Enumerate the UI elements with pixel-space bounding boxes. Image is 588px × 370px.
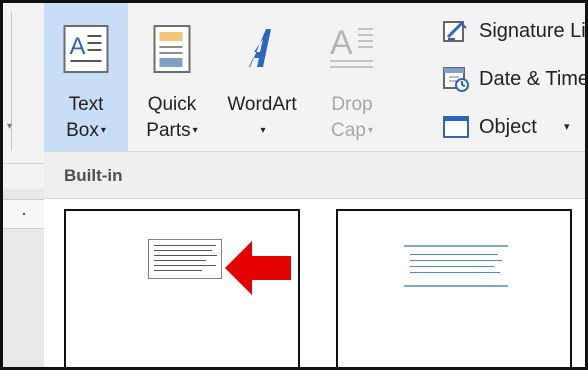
built-in-section-header: Built-in — [44, 151, 585, 199]
quote-preview-line — [410, 272, 500, 273]
quick-parts-label-line2-text: Parts — [146, 120, 191, 142]
quote-preview-line — [410, 260, 502, 261]
date-time-button[interactable]: Date & Time — [434, 61, 588, 97]
insert-ribbon: A Text Box ▾ Quick Parts ▾ WordArt ▾ A D… — [44, 3, 588, 151]
signature-line-icon — [443, 21, 467, 42]
chevron-down-icon: ▾ — [260, 125, 266, 136]
preview-text-line — [154, 245, 216, 246]
text-box-gallery — [44, 199, 585, 367]
chevron-down-icon: ▾ — [564, 121, 570, 133]
drop-cap-label-line2: Cap ▾ — [314, 119, 390, 143]
object-label: Object — [479, 116, 537, 138]
wordart-button[interactable]: WordArt ▾ — [214, 3, 310, 151]
wordart-label: WordArt — [227, 94, 297, 115]
object-button[interactable]: Object ▾ — [434, 109, 585, 145]
svg-text:A: A — [70, 33, 86, 60]
quote-preview-line — [410, 254, 498, 255]
red-arrow-icon — [225, 241, 291, 295]
drop-cap-label-line2-text: Cap — [331, 120, 366, 142]
object-icon — [443, 116, 469, 138]
simple-text-box-preview — [148, 239, 222, 279]
chevron-down-icon: ▾ — [192, 125, 198, 136]
text-group-right-commands: Signature Line Date & Time — [434, 3, 588, 151]
drop-cap-button[interactable]: A Drop Cap ▾ — [314, 3, 390, 151]
preview-text-line — [154, 265, 216, 266]
left-chevron-icon: ▾ — [7, 121, 13, 132]
drop-cap-label-line1: Drop — [331, 94, 373, 115]
insert-text-dropdown-screenshot: ▾ A Text Box ▾ Quick Parts ▾ WordArt ▾ A… — [0, 0, 588, 370]
preview-text-line — [154, 260, 206, 261]
quick-parts-label-line1: Quick — [147, 94, 197, 115]
signature-line-button[interactable]: Signature Line — [434, 13, 586, 49]
calendar-clock-icon — [443, 67, 469, 92]
wordart-dropdown: ▾ — [214, 119, 310, 143]
wordart-icon — [249, 29, 271, 67]
quote-text-box-option[interactable] — [336, 209, 572, 367]
svg-text:A: A — [330, 24, 353, 62]
ruler-marker — [23, 213, 25, 215]
text-box-label-line2-text: Box — [66, 120, 99, 142]
left-ribbon-area — [3, 3, 44, 164]
text-box-label-line1: Text — [68, 94, 104, 115]
text-box-button[interactable]: A Text Box ▾ — [44, 3, 128, 151]
date-time-label: Date & Time — [479, 68, 588, 90]
chevron-down-icon: ▾ — [367, 125, 373, 136]
quote-preview-line — [410, 266, 494, 267]
quote-text-box-preview — [404, 245, 508, 287]
preview-text-line — [154, 255, 217, 256]
quick-parts-icon — [153, 25, 191, 73]
signature-line-label: Signature Line — [479, 20, 586, 42]
text-box-icon: A — [63, 25, 109, 73]
preview-text-line — [154, 250, 212, 251]
quick-parts-label-line2: Parts ▾ — [130, 119, 214, 143]
drop-cap-icon: A — [330, 24, 373, 68]
quick-parts-button[interactable]: Quick Parts ▾ — [130, 3, 214, 151]
text-box-label-line2: Box ▾ — [44, 119, 128, 143]
built-in-title: Built-in — [64, 166, 123, 185]
preview-text-line — [154, 270, 202, 271]
chevron-down-icon: ▾ — [100, 125, 106, 136]
